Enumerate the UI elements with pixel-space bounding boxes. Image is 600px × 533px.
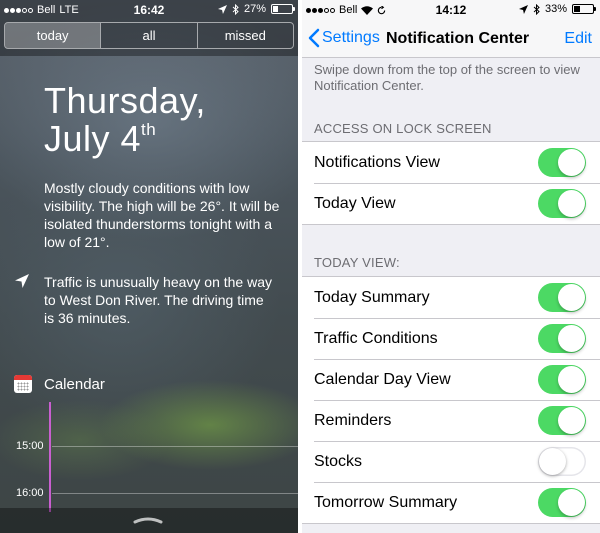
settings-row-today-view: Today View xyxy=(302,183,600,224)
calendar-label: Calendar xyxy=(44,376,105,393)
calendar-day-view[interactable] xyxy=(0,402,298,512)
today-view-group: Today Summary Traffic Conditions Calendar … xyxy=(302,276,600,524)
settings-row-notifications-view: Notifications View xyxy=(302,142,600,183)
reminders-toggle[interactable] xyxy=(538,406,586,435)
tab-missed[interactable]: missed xyxy=(196,23,293,48)
settings-row-today-summary: Today Summary xyxy=(302,277,600,318)
notifications-view-toggle[interactable] xyxy=(538,148,586,177)
bluetooth-icon xyxy=(533,3,540,15)
location-arrow-icon xyxy=(15,274,29,288)
notification-tabs: today all missed xyxy=(4,22,294,49)
weather-summary: Mostly cloudy conditions with low visibi… xyxy=(44,180,280,250)
today-view-toggle[interactable] xyxy=(538,189,586,218)
row-label: Notifications View xyxy=(314,153,440,171)
bluetooth-icon xyxy=(232,3,239,15)
chevron-left-icon xyxy=(308,28,320,48)
battery-icon xyxy=(572,4,596,14)
back-button[interactable]: Settings xyxy=(308,28,380,48)
traffic-conditions-toggle[interactable] xyxy=(538,324,586,353)
hour-gridline xyxy=(52,446,298,447)
battery-percent: 33% xyxy=(544,3,567,15)
stocks-toggle[interactable] xyxy=(538,447,586,476)
settings-row-stocks: Stocks xyxy=(302,441,600,482)
date-day: July 4th xyxy=(44,118,156,160)
toggle-knob xyxy=(558,284,585,311)
settings-row-calendar-day-view: Calendar Day View xyxy=(302,359,600,400)
tomorrow-summary-toggle[interactable] xyxy=(538,488,586,517)
location-arrow-icon xyxy=(217,4,227,14)
hour-label: 16:00 xyxy=(16,487,44,499)
navigation-bar: Settings Notification Center Edit xyxy=(302,20,600,58)
toggle-knob xyxy=(558,489,585,516)
row-label: Stocks xyxy=(314,452,363,470)
row-label: Reminders xyxy=(314,411,392,429)
status-indicators: 33% xyxy=(518,3,596,15)
edit-button[interactable]: Edit xyxy=(564,30,592,48)
row-label: Tomorrow Summary xyxy=(314,493,458,511)
back-button-label: Settings xyxy=(322,29,380,46)
section-hint: Swipe down from the top of the screen to… xyxy=(314,62,580,93)
current-time-line xyxy=(49,402,51,512)
notification-center-pane: Bell LTE 16:42 27% today all missed Thursd… xyxy=(0,0,298,533)
today-summary-toggle[interactable] xyxy=(538,283,586,312)
date-suffix: th xyxy=(141,120,157,139)
toggle-knob xyxy=(558,407,585,434)
calendar-day-view-toggle[interactable] xyxy=(538,365,586,394)
settings-row-tomorrow-summary: Tomorrow Summary xyxy=(302,482,600,523)
calendar-icon xyxy=(14,375,32,393)
status-bar-right: Bell 14:12 33% xyxy=(302,0,600,20)
grabber-handle-icon[interactable] xyxy=(132,516,164,524)
settings-pane: Bell 14:12 33% Settings Notification Cen… xyxy=(302,0,600,533)
hour-label: 15:00 xyxy=(16,440,44,452)
settings-row-traffic-conditions: Traffic Conditions xyxy=(302,318,600,359)
section-header-lock-screen: ACCESS ON LOCK SCREEN xyxy=(314,121,492,136)
status-indicators: 27% xyxy=(217,3,295,15)
battery-percent: 27% xyxy=(243,3,266,15)
status-bar-left: Bell LTE 16:42 27% xyxy=(0,0,298,20)
tab-all[interactable]: all xyxy=(100,23,196,48)
toggle-knob xyxy=(558,325,585,352)
hour-gridline xyxy=(52,493,298,494)
row-label: Calendar Day View xyxy=(314,370,451,388)
section-header-today-view: TODAY VIEW: xyxy=(314,255,400,270)
traffic-summary: Traffic is unusually heavy on the way to… xyxy=(44,274,273,326)
toggle-knob xyxy=(539,448,566,475)
battery-icon xyxy=(271,4,295,14)
date-weekday: Thursday, xyxy=(44,80,206,121)
row-label: Today Summary xyxy=(314,288,430,306)
settings-row-reminders: Reminders xyxy=(302,400,600,441)
row-label: Today View xyxy=(314,194,396,212)
location-arrow-icon xyxy=(518,4,528,14)
date-month-day: July 4 xyxy=(44,118,142,159)
lock-screen-group: Notifications View Today View xyxy=(302,141,600,225)
row-label: Traffic Conditions xyxy=(314,329,438,347)
tab-today[interactable]: today xyxy=(5,23,101,48)
page-title: Notification Center xyxy=(386,30,530,47)
toggle-knob xyxy=(558,149,585,176)
toggle-knob xyxy=(558,190,585,217)
toggle-knob xyxy=(558,366,585,393)
